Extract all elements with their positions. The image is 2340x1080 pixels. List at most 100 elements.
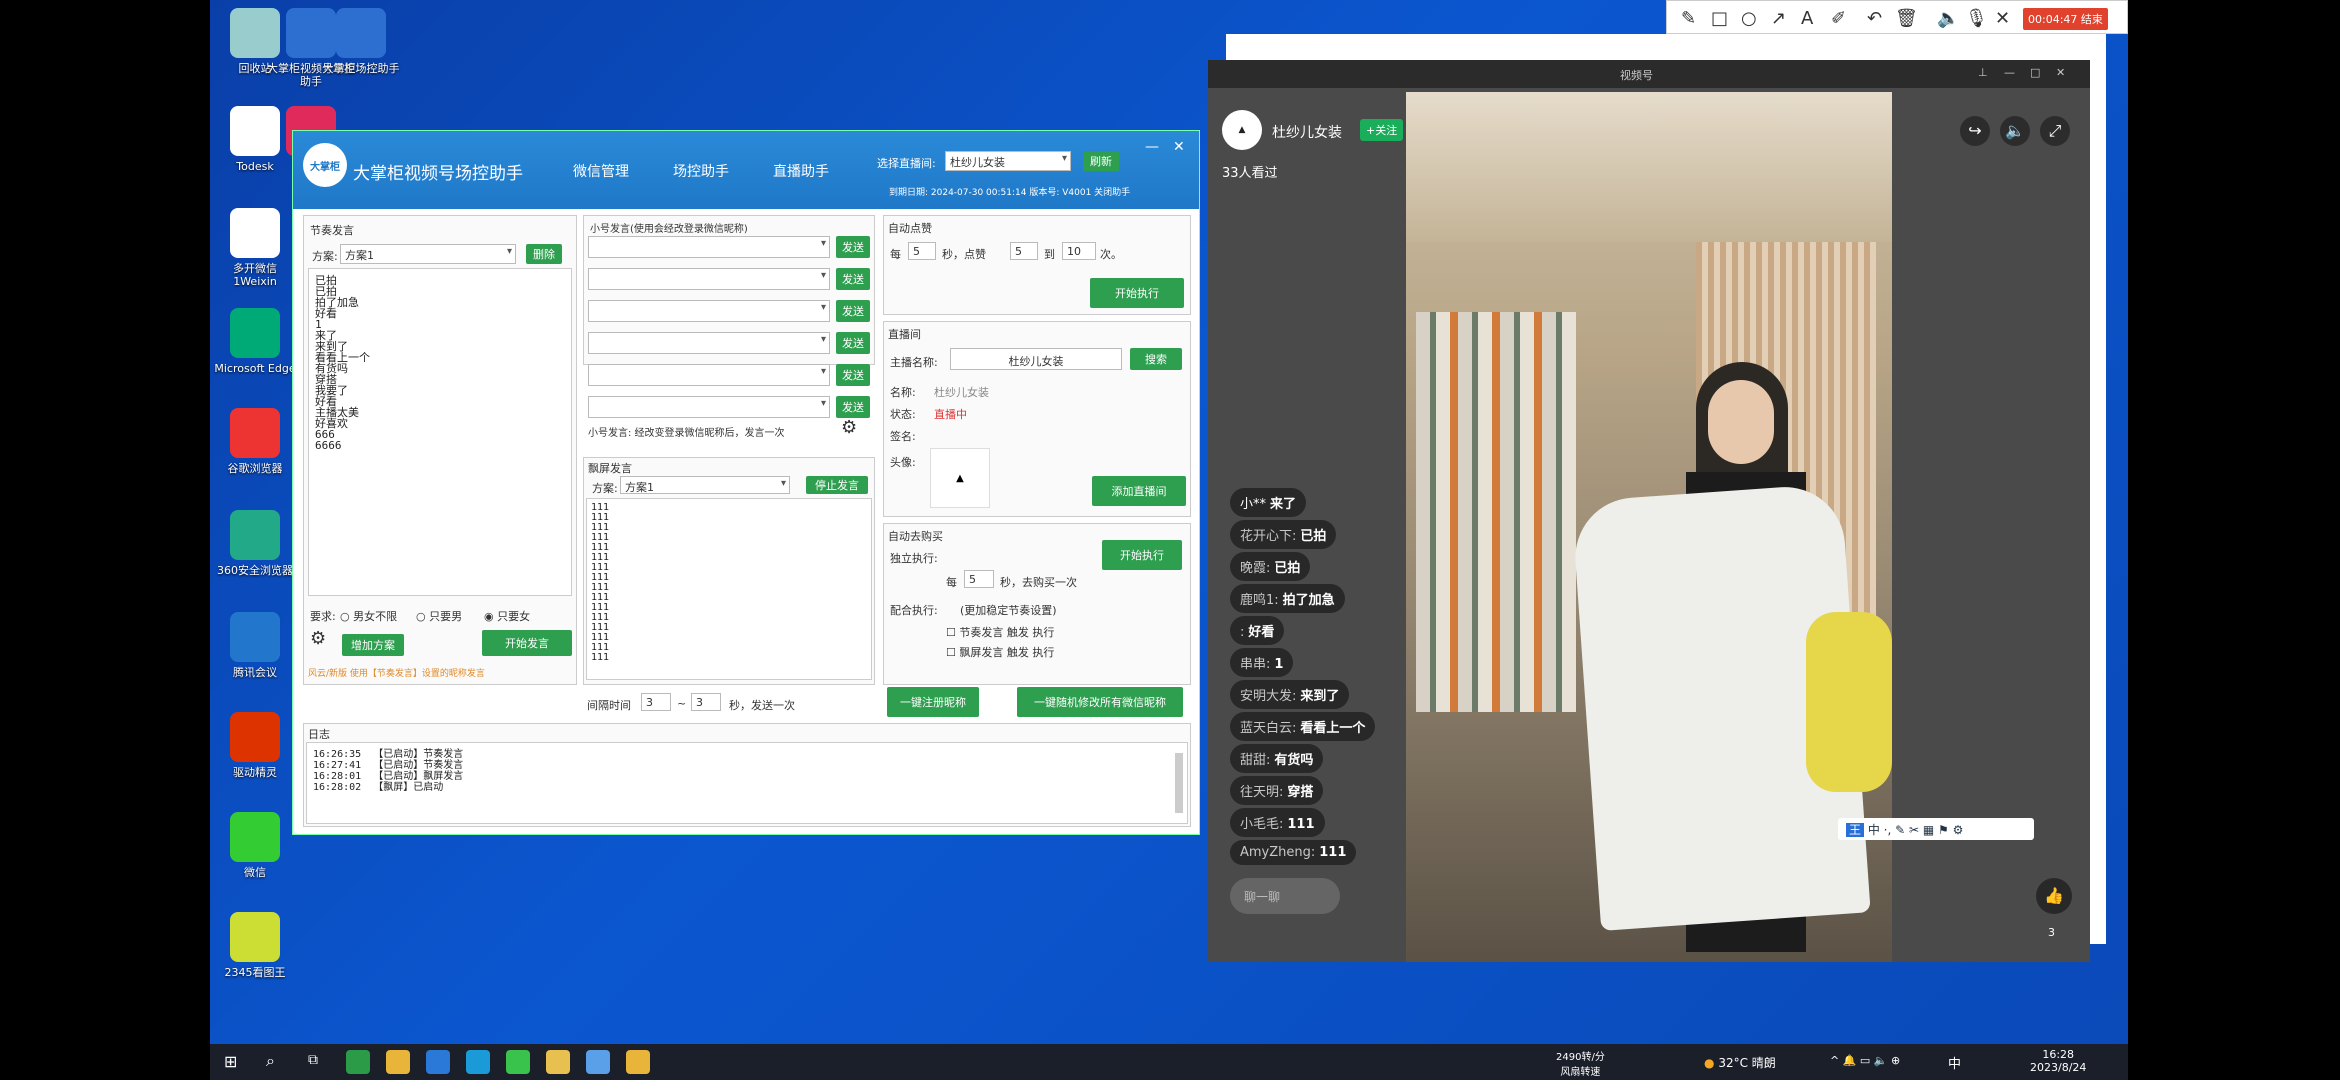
stop-barrage-button[interactable]: 停止发言 (806, 476, 868, 494)
chat-user: 串串: (1240, 657, 1271, 672)
like-icon[interactable]: 👍 (2036, 878, 2072, 914)
clock[interactable]: 16:28 2023/8/24 (2030, 1048, 2086, 1074)
small-account-select[interactable] (588, 364, 830, 386)
radio-male[interactable]: ○ 只要男 (416, 608, 462, 624)
close-icon[interactable]: ✕ (1995, 8, 2010, 29)
circle-icon[interactable]: ○ (1741, 8, 1757, 29)
chat-message: AmyZheng: 111 (1230, 840, 1357, 865)
radio-female[interactable]: ◉ 只要女 (484, 608, 530, 624)
marker-icon[interactable]: ✐ (1831, 8, 1846, 29)
add-plan-button[interactable]: 增加方案 (342, 634, 404, 656)
small-account-select[interactable] (588, 236, 830, 258)
add-room-button[interactable]: 添加直播间 (1092, 476, 1186, 506)
desktop-icon[interactable]: 大掌柜场控助手 (316, 8, 406, 75)
record-stop-button[interactable]: 00:04:47 结束 (2023, 8, 2108, 30)
small-send-button[interactable]: 发送 (836, 300, 870, 322)
minimize-icon[interactable]: — (1145, 139, 1159, 155)
small-account-select[interactable] (588, 268, 830, 290)
small-send-button[interactable]: 发送 (836, 364, 870, 386)
small-account-select[interactable] (588, 396, 830, 418)
file-explorer-icon[interactable] (386, 1050, 410, 1074)
interval-from[interactable]: 3 (641, 693, 671, 711)
anchor-select[interactable]: 杜纱儿女装 (945, 151, 1071, 171)
share-icon[interactable]: ↪ (1960, 116, 1990, 146)
radio-any[interactable]: ○ 男女不限 (340, 608, 397, 624)
pin-icon[interactable]: ⊥ (1978, 66, 1988, 79)
checkbox-barrage[interactable]: ☐ 飘屏发言 触发 执行 (946, 644, 1054, 660)
minimize-icon[interactable]: — (2004, 66, 2015, 79)
app-icon-3[interactable] (426, 1050, 450, 1074)
desktop-icon[interactable]: 驱动精灵 (210, 712, 300, 779)
ime-indicator[interactable]: 中 (1948, 1053, 1961, 1072)
rectangle-icon[interactable]: □ (1711, 8, 1728, 29)
barrage-plan-select[interactable]: 方案1 (620, 476, 790, 494)
desktop-icon[interactable]: 微信 (210, 812, 300, 879)
close-icon[interactable]: ✕ (2056, 66, 2065, 79)
arrow-icon[interactable]: ↗ (1771, 8, 1786, 29)
small-send-button[interactable]: 发送 (836, 236, 870, 258)
edge-icon[interactable] (466, 1050, 490, 1074)
mic-icon[interactable]: 🎙 (1965, 8, 1988, 29)
desktop-icon[interactable]: 谷歌浏览器 (210, 408, 300, 475)
pen-icon[interactable]: ✎ (1681, 8, 1696, 29)
video-channel-icon[interactable] (626, 1050, 650, 1074)
small-send-button[interactable]: 发送 (836, 332, 870, 354)
desktop-icon[interactable]: 腾讯会议 (210, 612, 300, 679)
anchor-name-input[interactable]: 杜纱儿女装 (950, 348, 1122, 370)
like-count-min[interactable]: 5 (1010, 242, 1038, 260)
start-icon[interactable]: ⊞ (224, 1052, 237, 1071)
close-icon[interactable]: ✕ (1173, 139, 1185, 155)
rhythm-plan-select[interactable]: 方案1 (340, 244, 516, 264)
buy-seconds[interactable]: 5 (964, 570, 994, 588)
like-count-max[interactable]: 10 (1062, 242, 1096, 260)
chat-text: 看看上一个 (1300, 721, 1366, 736)
small-settings-icon[interactable]: ⚙ (841, 417, 857, 438)
desktop-icon[interactable]: 多开微信 1Weixin (210, 208, 300, 288)
chat-input[interactable]: 聊一聊 (1230, 878, 1340, 914)
app-icon-7[interactable] (586, 1050, 610, 1074)
search-icon[interactable]: ⌕ (266, 1051, 275, 1071)
desktop-icon[interactable]: 2345看图王 (210, 912, 300, 979)
fullscreen-icon[interactable]: ⤢ (2040, 116, 2070, 146)
channel-avatar[interactable]: ▲ (1222, 110, 1262, 150)
maximize-icon[interactable]: □ (2030, 66, 2040, 79)
channel-name[interactable]: 杜纱儿女装 (1272, 122, 1342, 142)
register-nickname-button[interactable]: 一键注册昵称 (887, 687, 979, 717)
delete-plan-button[interactable]: 删除 (526, 244, 562, 264)
checkbox-rhythm[interactable]: ☐ 节奏发言 触发 执行 (946, 624, 1054, 640)
ime-toolbar[interactable]: 王 中 ·, ✎ ✂ ▦ ⚑ ⚙ (1838, 818, 2034, 840)
trash-icon[interactable]: 🗑 (1895, 8, 1918, 29)
start-like-button[interactable]: 开始执行 (1090, 278, 1184, 308)
mute-icon[interactable]: 🔈 (2000, 116, 2030, 146)
log-scrollbar[interactable] (1175, 753, 1183, 813)
small-send-button[interactable]: 发送 (836, 396, 870, 418)
rhythm-lines[interactable]: 已拍 已拍 拍了加急 好看 1 来了 来到了 看看上一个 有货吗 穿搭 我要了 … (309, 269, 571, 457)
interval-to[interactable]: 3 (691, 693, 721, 711)
task-view-icon[interactable]: ⧉ (308, 1052, 318, 1068)
gear-icon[interactable]: ⚙ (310, 628, 326, 649)
undo-icon[interactable]: ↶ (1867, 8, 1882, 29)
speaker-icon[interactable]: 🔈 (1937, 8, 1959, 29)
desktop-icon[interactable]: Microsoft Edge (210, 308, 300, 375)
start-buy-button[interactable]: 开始执行 (1102, 540, 1182, 570)
small-account-select[interactable] (588, 332, 830, 354)
tab-wechat-manage[interactable]: 微信管理 (573, 161, 629, 181)
text-icon[interactable]: A (1801, 8, 1813, 29)
app-icon-6[interactable] (546, 1050, 570, 1074)
start-rhythm-button[interactable]: 开始发言 (482, 630, 572, 656)
tab-field-control[interactable]: 场控助手 (673, 161, 729, 181)
refresh-button[interactable]: 刷新 (1083, 151, 1119, 171)
random-nickname-button[interactable]: 一键随机修改所有微信昵称 (1017, 687, 1183, 717)
like-seconds[interactable]: 5 (908, 242, 936, 260)
wechat-icon[interactable] (506, 1050, 530, 1074)
small-send-button[interactable]: 发送 (836, 268, 870, 290)
app-icon-1[interactable] (346, 1050, 370, 1074)
follow-button[interactable]: +关注 (1360, 119, 1404, 141)
chat-user: 小毛毛: (1240, 817, 1284, 832)
tab-live-assistant[interactable]: 直播助手 (773, 161, 829, 181)
search-anchor-button[interactable]: 搜索 (1130, 348, 1182, 370)
tray-icons[interactable]: ^ 🔔 ▭ 🔈 ⊕ (1830, 1054, 1900, 1067)
desktop-icon[interactable]: 360安全浏览器 (210, 510, 300, 577)
small-account-select[interactable] (588, 300, 830, 322)
barrage-lines[interactable]: 111 111 111 111 111 111 111 111 111 111 … (587, 499, 871, 667)
